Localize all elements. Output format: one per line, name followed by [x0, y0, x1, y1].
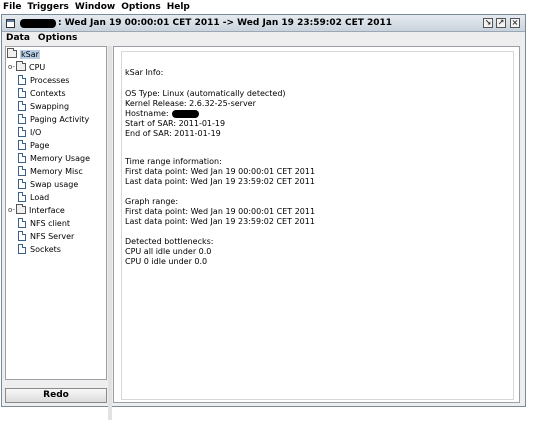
graph-range-last: Last data point: Wed Jan 19 23:59:02 CET…	[125, 217, 315, 226]
tree-node-sockets[interactable]: Sockets	[18, 243, 61, 255]
tree-node-label: Swap usage	[30, 179, 79, 189]
info-hostname-label: Hostname:	[125, 109, 169, 118]
tree-node-nfs-client[interactable]: NFS client	[18, 217, 70, 229]
document-icon	[18, 127, 26, 137]
expand-toggle-icon[interactable]: o-	[8, 63, 15, 71]
tree-node-label: NFS Server	[30, 231, 75, 241]
tree-node-page[interactable]: Page	[18, 139, 49, 151]
document-icon	[18, 192, 26, 202]
tree-node-io[interactable]: I/O	[18, 126, 41, 138]
graph-range-heading: Graph range:	[125, 197, 179, 206]
document-icon	[18, 88, 26, 98]
folder-icon	[16, 61, 26, 71]
graph-range-first: First data point: Wed Jan 19 00:00:01 CE…	[125, 207, 316, 216]
document-icon	[18, 231, 26, 241]
time-range-first: First data point: Wed Jan 19 00:00:01 CE…	[125, 167, 316, 176]
tree-node-load[interactable]: Load	[18, 191, 49, 203]
time-range-last: Last data point: Wed Jan 19 23:59:02 CET…	[125, 177, 315, 186]
document-icon	[18, 75, 26, 85]
tree-node-label: Processes	[30, 75, 70, 85]
maximize-icon[interactable]: ↗	[496, 18, 506, 28]
tree-root-label: kSar	[20, 49, 40, 59]
menu-data[interactable]: Data	[2, 32, 34, 45]
info-kernel: Kernel Release: 2.6.32-25-server	[125, 99, 256, 108]
info-end: End of SAR: 2011-01-19	[125, 129, 221, 138]
tree-node-label: Contexts	[30, 88, 66, 98]
menu-options[interactable]: Options	[118, 0, 163, 14]
document-icon	[18, 166, 26, 176]
tree-node-cpu[interactable]: o- CPU	[8, 61, 45, 73]
graph-tree-panel[interactable]: kSar o- CPU Processes Contexts Swapping …	[5, 46, 107, 380]
menu-help[interactable]: Help	[164, 0, 193, 14]
menu-triggers[interactable]: Triggers	[24, 0, 71, 14]
menu-window[interactable]: Window	[72, 0, 118, 14]
app-menubar: File Triggers Window Options Help	[0, 0, 550, 14]
menu-file[interactable]: File	[0, 0, 24, 14]
document-icon	[18, 179, 26, 189]
info-start: Start of SAR: 2011-01-19	[125, 119, 226, 128]
tree-node-nfs-server[interactable]: NFS Server	[18, 230, 74, 242]
tree-node-label: Interface	[29, 205, 65, 215]
tree-node-swap-usage[interactable]: Swap usage	[18, 178, 78, 190]
tree-node-contexts[interactable]: Contexts	[18, 87, 66, 99]
tree-node-label: Memory Usage	[30, 153, 91, 163]
bottleneck-item: CPU 0 idle under 0.0	[125, 257, 208, 266]
split-pane-divider[interactable]	[108, 46, 112, 420]
tree-node-label: Paging Activity	[30, 114, 90, 124]
tree-root[interactable]: kSar	[7, 48, 40, 60]
tree-node-processes[interactable]: Processes	[18, 74, 69, 86]
document-icon	[18, 218, 26, 228]
tree-node-label: Load	[30, 192, 50, 202]
frame-title: : Wed Jan 19 00:00:01 CET 2011 -> Wed Ja…	[58, 18, 393, 28]
tree-node-label: I/O	[30, 127, 42, 137]
tree-node-label: Memory Misc	[30, 166, 83, 176]
tree-node-label: Page	[30, 140, 50, 150]
tree-node-swapping[interactable]: Swapping	[18, 100, 69, 112]
document-icon	[18, 101, 26, 111]
folder-icon	[16, 204, 26, 214]
document-icon	[18, 244, 26, 254]
expand-toggle-icon[interactable]: o-	[8, 206, 15, 214]
tree-node-label: NFS client	[30, 218, 71, 228]
bottleneck-item: CPU all idle under 0.0	[125, 247, 212, 256]
tree-node-memory-misc[interactable]: Memory Misc	[18, 165, 83, 177]
tree-node-label: Swapping	[30, 101, 70, 111]
redo-button[interactable]: Redo	[5, 388, 107, 403]
redacted-hostname	[171, 109, 199, 118]
tree-node-label: Sockets	[30, 244, 61, 254]
window-icon	[6, 18, 15, 28]
frame-menubar: Data Options	[2, 32, 525, 45]
redacted-hostname-title	[20, 18, 56, 28]
iconify-icon[interactable]: ↘	[483, 18, 493, 28]
info-os-type: OS Type: Linux (automatically detected)	[125, 89, 286, 98]
info-heading: kSar Info:	[125, 68, 164, 77]
folder-icon	[7, 48, 17, 58]
info-text-area[interactable]: kSar Info: OS Type: Linux (automatically…	[121, 51, 514, 400]
frame-titlebar[interactable]: : Wed Jan 19 00:00:01 CET 2011 -> Wed Ja…	[2, 15, 525, 32]
tree-node-paging-activity[interactable]: Paging Activity	[18, 113, 89, 125]
menu-frame-options[interactable]: Options	[34, 32, 81, 45]
bottlenecks-heading: Detected bottlenecks:	[125, 237, 214, 246]
ksar-internal-frame: : Wed Jan 19 00:00:01 CET 2011 -> Wed Ja…	[1, 14, 526, 420]
tree-node-memory-usage[interactable]: Memory Usage	[18, 152, 90, 164]
close-icon[interactable]: ×	[510, 18, 520, 28]
document-icon	[18, 140, 26, 150]
info-hostname-row: Hostname:	[125, 109, 199, 119]
document-icon	[18, 114, 26, 124]
tree-node-label: CPU	[29, 62, 46, 72]
time-range-heading: Time range information:	[125, 157, 222, 166]
tree-node-interface[interactable]: o- Interface	[8, 204, 65, 216]
document-icon	[18, 153, 26, 163]
info-panel: kSar Info: OS Type: Linux (automatically…	[113, 46, 520, 403]
